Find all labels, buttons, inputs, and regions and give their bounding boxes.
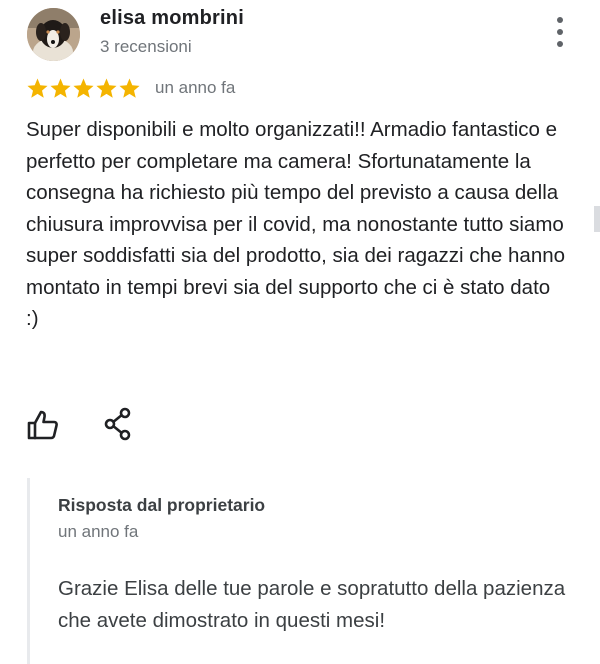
- star-icon: [27, 77, 48, 98]
- avatar[interactable]: [27, 8, 80, 61]
- star-icon: [73, 77, 94, 98]
- scrollbar-thumb[interactable]: [594, 206, 600, 232]
- author-name[interactable]: elisa mombrini: [100, 7, 244, 30]
- author-review-count[interactable]: 3 recensioni: [100, 37, 192, 57]
- owner-response: Risposta dal proprietario un anno fa Gra…: [27, 478, 590, 664]
- menu-dot: [557, 29, 563, 35]
- review-date: un anno fa: [155, 78, 236, 97]
- star-icon: [96, 77, 117, 98]
- rating-row: un anno fa: [26, 74, 235, 102]
- menu-dot: [557, 41, 563, 47]
- review-card: elisa mombrini 3 recensioni un anno fa S…: [0, 0, 600, 664]
- share-icon[interactable]: [103, 406, 135, 442]
- review-text: Super disponibili e molto organizzati!! …: [26, 118, 566, 330]
- owner-response-date: un anno fa: [58, 522, 139, 541]
- more-vert-icon[interactable]: [548, 17, 572, 47]
- owner-response-text: Grazie Elisa delle tue parole e sopratut…: [58, 577, 566, 632]
- thumbs-up-icon[interactable]: [26, 408, 60, 442]
- star-icon: [50, 77, 71, 98]
- star-rating: [26, 77, 141, 100]
- owner-response-title: Risposta dal proprietario: [58, 495, 266, 515]
- menu-dot: [557, 17, 563, 23]
- dog-avatar-image: [27, 8, 80, 61]
- star-icon: [119, 77, 140, 98]
